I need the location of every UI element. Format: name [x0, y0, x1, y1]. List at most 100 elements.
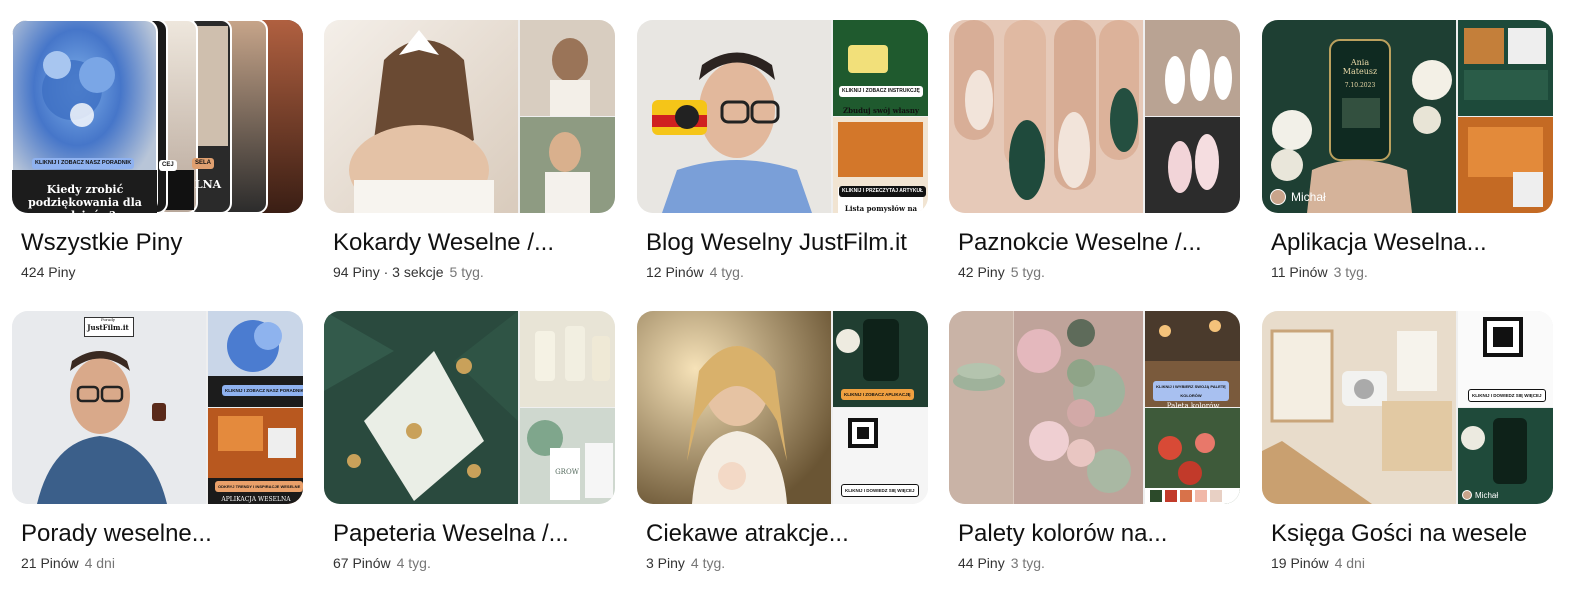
board-card-ksiega-gosci[interactable]: KLIKNIJ I DOWIEDZ SIĘ WIĘCEJ Michał Księ… — [1262, 311, 1553, 596]
sign-small: Porady — [100, 317, 116, 322]
side-pill-2: KLIKNIJ I DOWIEDZ SIĘ WIĘCEJ — [841, 484, 919, 497]
board-cover[interactable]: GROW — [324, 311, 615, 504]
board-title[interactable]: Ciekawe atrakcje... — [646, 519, 849, 549]
board-card-palety-kolorow[interactable]: KLIKNIJ I WYBIERZ SWOJĄ PALETĘ KOLORÓW P… — [949, 311, 1240, 596]
pin-count: 67 Pinów — [333, 555, 391, 571]
board-meta: 67 Pinów 4 tyg. — [333, 554, 431, 572]
cover-side-image-top — [1458, 20, 1553, 116]
board-age: 4 tyg. — [709, 264, 744, 280]
board-title[interactable]: Papeteria Weselna /... — [333, 519, 569, 549]
board-title[interactable]: Księga Gości na wesele — [1271, 519, 1527, 549]
cover-main-image — [1262, 311, 1456, 504]
board-meta: 12 Pinów 4 tyg. — [646, 263, 744, 281]
side-label: Paleta kolorów — [1166, 402, 1220, 410]
pin-count: 424 Piny — [21, 264, 76, 280]
board-age: 4 tyg. — [396, 555, 431, 571]
cover-main-image — [637, 20, 831, 213]
pin-count: 12 Pinów — [646, 264, 704, 280]
board-cover[interactable]: KLIKNIJ I DOWIEDZ SIĘ WIĘCEJ Michał — [1262, 311, 1553, 504]
cover-side-image-bottom — [520, 117, 615, 213]
board-cover[interactable]: KLIKNIJ I ZOBACZ APLIKACJĘ KLIKNIJ I DOW… — [637, 311, 928, 504]
board-age: 5 tyg. — [449, 264, 484, 280]
board-cover[interactable] — [949, 20, 1240, 213]
board-age: 4 tyg. — [690, 555, 726, 571]
phone-names: Ania Mateusz — [1342, 58, 1378, 76]
cover-main-image — [949, 20, 1143, 213]
board-card-kokardy-weselne[interactable]: Kokardy Weselne /... 94 Piny · 3 sekcje 5… — [324, 20, 615, 305]
side-pill-1: KLIKNIJ I ZOBACZ APLIKACJĘ — [841, 389, 914, 400]
pin-author[interactable]: Michał — [1462, 490, 1498, 500]
board-title[interactable]: Kokardy Weselne /... — [333, 228, 554, 258]
side-pill: KLIKNIJ I DOWIEDZ SIĘ WIĘCEJ — [1468, 389, 1546, 402]
board-card-papeteria-weselna[interactable]: GROW Papeteria Weselna /... 67 Pinów 4 ty… — [324, 311, 615, 596]
cover-main-image — [324, 20, 518, 213]
phone-date: 7.10.2023 — [1344, 82, 1376, 89]
side-pill-1: KLIKNIJ I ZOBACZ NASZ PORADNIK — [222, 385, 303, 396]
board-card-blog-weselny[interactable]: KLIKNIJ I ZOBACZ INSTRUKCJĘ Zbuduj swój … — [637, 20, 928, 305]
board-title[interactable]: Aplikacja Weselna... — [1271, 228, 1487, 258]
cover-side-image-top — [520, 311, 615, 407]
pin-count: 3 Piny — [646, 555, 685, 571]
board-cover[interactable]: Ania Mateusz 7.10.2023 Michał — [1262, 20, 1553, 213]
side-pill-2: KLIKNIJ I PRZECZYTAJ ARTYKUŁ — [839, 186, 927, 197]
board-age: 3 tyg. — [1333, 264, 1368, 280]
board-cover[interactable]: KLIKNIJ I ZOBACZ INSTRUKCJĘ Zbuduj swój … — [637, 20, 928, 213]
board-cover[interactable]: KLIKNIJ I WYBIERZ SWOJĄ PALETĘ KOLORÓW P… — [949, 311, 1240, 504]
cover-pill-label: KLIKNIJ I ZOBACZ NASZ PORADNIK — [32, 158, 135, 169]
cover-side-image-bottom — [1145, 117, 1240, 213]
author-name: Michał — [1291, 190, 1326, 204]
stack-text: LNA — [194, 178, 222, 191]
board-meta: 19 Pinów 4 dni — [1271, 554, 1365, 572]
cover-side-image-bottom — [833, 117, 928, 213]
stack-pill-2: SELA — [192, 158, 215, 169]
board-card-aplikacja-weselna[interactable]: Ania Mateusz 7.10.2023 Michał Aplikacja … — [1262, 20, 1553, 305]
pin-count: 11 Pinów — [1271, 264, 1328, 280]
board-meta: 94 Piny · 3 sekcje 5 tyg. — [333, 263, 484, 281]
board-card-paznokcie-weselne[interactable]: Paznokcie Weselne /... 42 Piny 5 tyg. — [949, 20, 1240, 305]
section-count: · 3 sekcje — [379, 264, 444, 280]
board-age: 5 tyg. — [1010, 264, 1045, 280]
side-text-2: Lista pomysłów na — [844, 204, 918, 213]
avatar — [1270, 189, 1286, 205]
side-text-1: Zbuduj swój własny — [842, 106, 919, 115]
cover-side-image-bottom — [1458, 117, 1553, 213]
pin-author[interactable]: Michał — [1270, 189, 1326, 205]
cover-main-image — [637, 311, 831, 504]
board-card-wszystkie-piny[interactable]: KLIKNIJ I ZOBACZ NASZ PORADNIK Kiedy zro… — [12, 20, 303, 305]
pin-count: 44 Piny — [958, 555, 1005, 571]
board-cover[interactable] — [324, 20, 615, 213]
board-title[interactable]: Paznokcie Weselne /... — [958, 228, 1202, 258]
board-title[interactable]: Porady weselne... — [21, 519, 212, 549]
side-pill-2: ODKRYJ TRENDY I INSPIRACJE WESELNE — [215, 481, 303, 492]
side-pill-1: KLIKNIJ I ZOBACZ INSTRUKCJĘ — [839, 86, 923, 97]
board-age: 4 dni — [1334, 555, 1365, 571]
cover-main-image — [1262, 20, 1456, 213]
side-bottom-text: APLIKACJA WESELNA — [221, 496, 291, 503]
pin-count: 94 Piny — [333, 264, 380, 280]
board-title[interactable]: Palety kolorów na... — [958, 519, 1167, 549]
board-meta: 3 Piny 4 tyg. — [646, 554, 725, 572]
cover-side-image-top — [1145, 20, 1240, 116]
board-meta: 21 Pinów 4 dni — [21, 554, 115, 572]
author-name: Michał — [1475, 490, 1499, 500]
avatar — [1462, 490, 1472, 500]
board-cover[interactable]: KLIKNIJ I ZOBACZ NASZ PORADNIK Kiedy zro… — [12, 20, 303, 213]
board-card-porady-weselne[interactable]: Porady JustFilm.it KLIKNIJ I ZOBACZ NASZ… — [12, 311, 303, 596]
cover-main-image — [12, 311, 206, 504]
board-meta: 11 Pinów 3 tyg. — [1271, 263, 1368, 281]
board-meta: 424 Piny — [21, 263, 75, 281]
cover-side-image-top — [833, 20, 928, 116]
sign-text: JustFilm.it — [87, 323, 129, 332]
board-card-ciekawe-atrakcje[interactable]: KLIKNIJ I ZOBACZ APLIKACJĘ KLIKNIJ I DOW… — [637, 311, 928, 596]
pin-count: 42 Piny — [958, 264, 1005, 280]
stack-pill-1: CEJ — [159, 160, 177, 171]
board-age: 3 tyg. — [1010, 555, 1045, 571]
board-cover[interactable]: Porady JustFilm.it KLIKNIJ I ZOBACZ NASZ… — [12, 311, 303, 504]
board-meta: 42 Piny 5 tyg. — [958, 263, 1045, 281]
cover-caption: Kiedy zrobić podziękowania dla rodziców? — [28, 183, 142, 213]
cover-side-image-bottom — [1145, 408, 1240, 504]
board-title[interactable]: Wszystkie Piny — [21, 228, 182, 258]
side-pill: KLIKNIJ I WYBIERZ SWOJĄ PALETĘ KOLORÓW — [1153, 381, 1229, 401]
cover-main-image — [324, 311, 518, 504]
board-title[interactable]: Blog Weselny JustFilm.it — [646, 228, 907, 258]
